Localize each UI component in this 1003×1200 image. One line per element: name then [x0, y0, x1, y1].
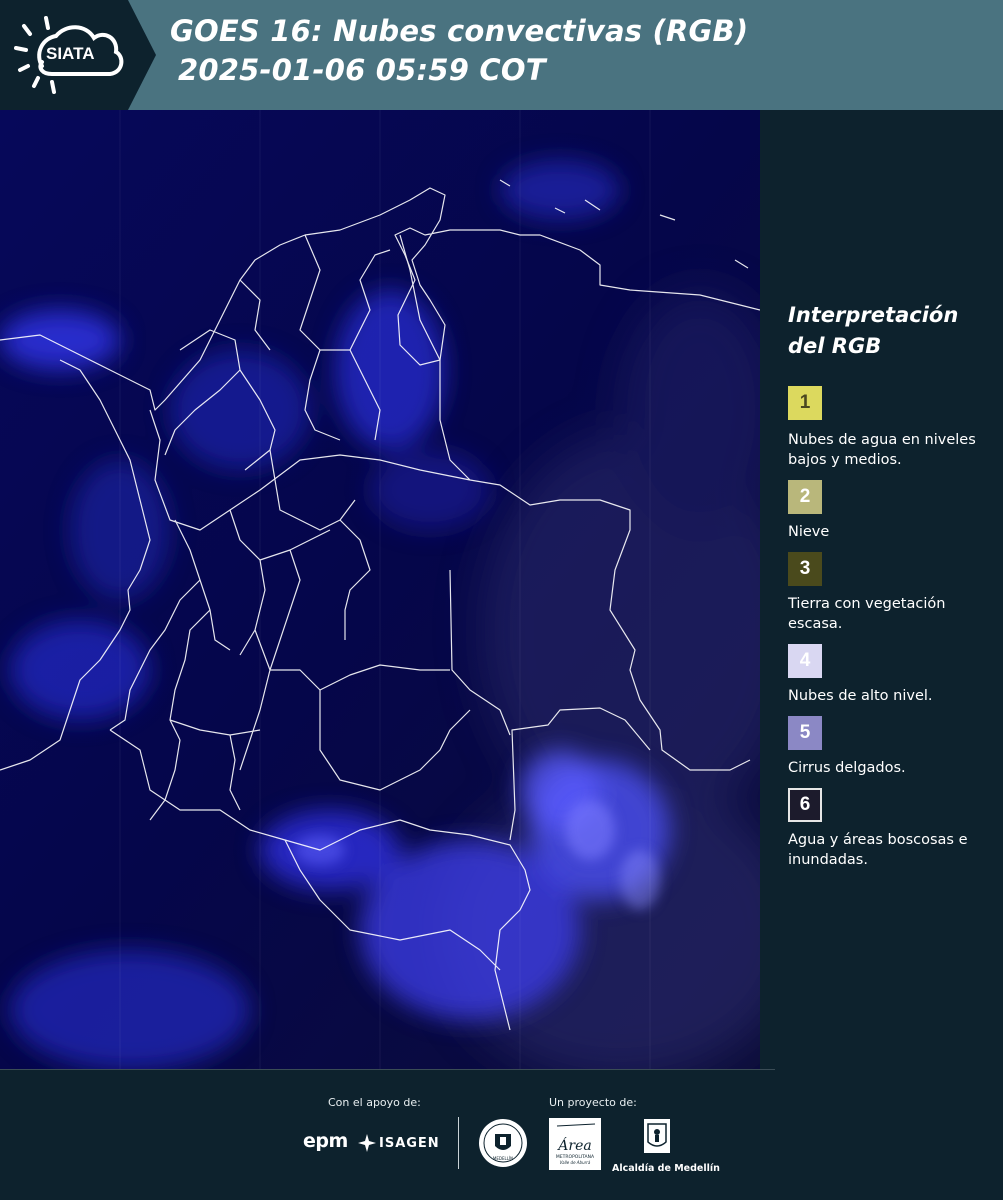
- satellite-map[interactable]: [0, 110, 760, 1070]
- legend-item-5: 5 Cirrus delgados.: [788, 716, 998, 778]
- legend-number-5: 5: [799, 722, 811, 743]
- rgb-legend: Interpretación del RGB 1 Nubes de agua e…: [788, 300, 998, 880]
- page-title: GOES 16: Nubes convectivas (RGB): [170, 14, 749, 48]
- footer-separator: [458, 1117, 459, 1169]
- siata-logo-text: SIATA: [46, 44, 95, 63]
- legend-swatch-6: 6: [788, 788, 822, 822]
- alcaldia-medellin-logo[interactable]: Alcaldía de Medellín: [612, 1118, 720, 1174]
- area-title: Área: [556, 1136, 591, 1154]
- page-timestamp: 2025-01-06 05:59 COT: [178, 53, 546, 87]
- area-tagline: Valle de Aburrá: [560, 1160, 591, 1165]
- legend-swatch-5: 5: [788, 716, 822, 750]
- satellite-image: [0, 110, 760, 1070]
- footer: Con el apoyo de: Un proyecto de: epm ISA…: [0, 1070, 1003, 1200]
- legend-item-2: 2 Nieve: [788, 480, 998, 542]
- legend-number-6: 6: [799, 794, 811, 815]
- alcaldia-text: Alcaldía de Medellín: [612, 1163, 720, 1174]
- legend-label-3: Tierra con vegetación escasa.: [788, 596, 946, 632]
- legend-item-3: 3 Tierra con vegetación escasa.: [788, 552, 998, 634]
- legend-number-2: 2: [799, 486, 811, 507]
- legend-label-6: Agua y áreas boscosas e inundadas.: [788, 832, 968, 868]
- legend-swatch-4: 4: [788, 644, 822, 678]
- legend-swatch-3: 3: [788, 552, 822, 586]
- isagen-logo[interactable]: ISAGEN: [358, 1133, 440, 1153]
- legend-number-1: 1: [799, 392, 811, 413]
- project-caption: Un proyecto de:: [549, 1096, 637, 1109]
- support-caption: Con el apoyo de:: [328, 1096, 421, 1109]
- legend-swatch-2: 2: [788, 480, 822, 514]
- alcaldia-shield-icon: [644, 1119, 670, 1153]
- area-metropolitana-logo[interactable]: Área METROPOLITANA Valle de Aburrá: [549, 1118, 601, 1170]
- legend-label-2: Nieve: [788, 524, 830, 540]
- legend-swatch-1: 1: [788, 386, 822, 420]
- legend-label-5: Cirrus delgados.: [788, 760, 906, 776]
- header: SIATA GOES 16: Nubes convectivas (RGB) 2…: [0, 0, 1003, 110]
- legend-item-1: 1 Nubes de agua en niveles bajos y medio…: [788, 386, 998, 470]
- legend-title: Interpretación del RGB: [788, 303, 959, 358]
- area-metropolitana-mark: Área METROPOLITANA Valle de Aburrá: [556, 1123, 596, 1165]
- seal-text: MEDELLÍN: [493, 1156, 513, 1161]
- isagen-star-icon: [358, 1134, 376, 1152]
- legend-item-4: 4 Nubes de alto nivel.: [788, 644, 998, 706]
- epm-logo[interactable]: epm: [303, 1130, 348, 1152]
- legend-number-4: 4: [799, 650, 811, 671]
- isagen-text: ISAGEN: [379, 1135, 440, 1151]
- medellin-seal-logo[interactable]: MEDELLÍN: [478, 1118, 528, 1168]
- legend-item-6: 6 Agua y áreas boscosas e inundadas.: [788, 788, 998, 870]
- legend-label-4: Nubes de alto nivel.: [788, 688, 933, 704]
- legend-label-1: Nubes de agua en niveles bajos y medios.: [788, 432, 976, 468]
- legend-number-3: 3: [799, 558, 811, 579]
